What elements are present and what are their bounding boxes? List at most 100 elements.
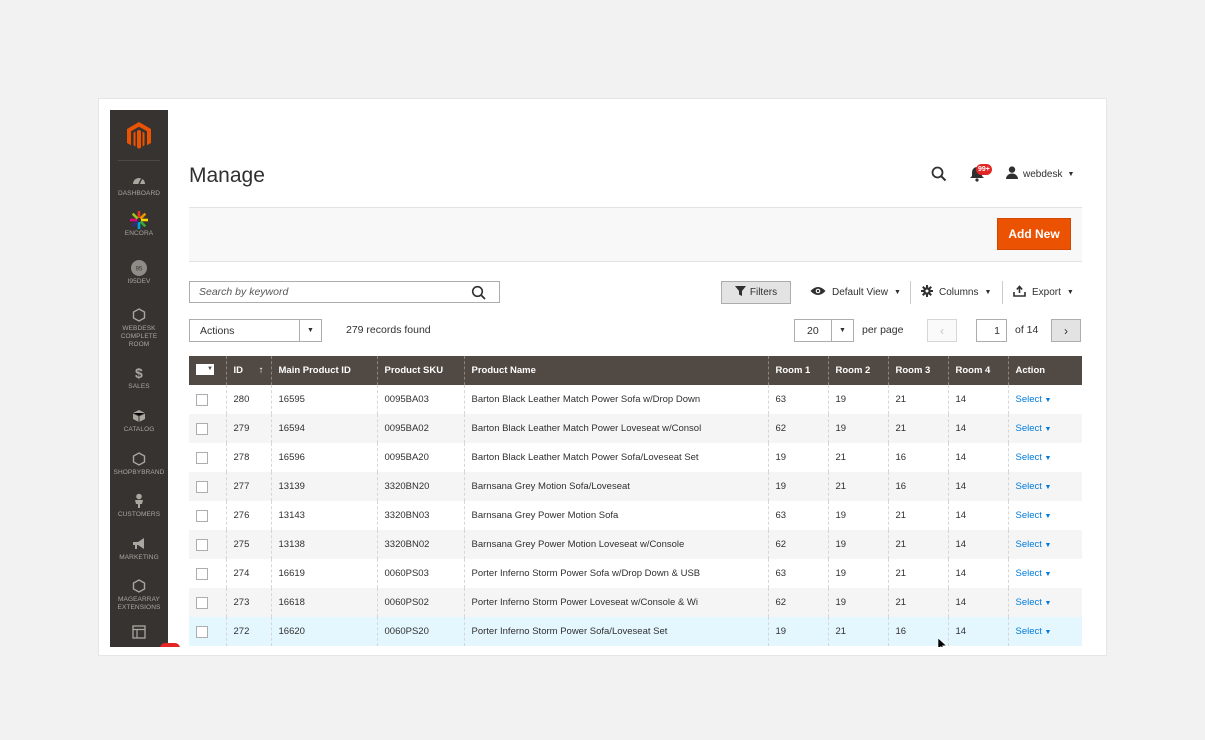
page-number-input[interactable]: 1: [976, 319, 1007, 342]
sidebar-item-i95dev[interactable]: 95 I95DEV: [110, 260, 168, 286]
table-row[interactable]: 279 16594 0095BA02 Barton Black Leather …: [189, 414, 1082, 443]
row-action-select[interactable]: Select ▼: [1007, 501, 1082, 530]
row-checkbox[interactable]: [196, 625, 208, 638]
user-account-menu[interactable]: webdesk ▼: [1006, 166, 1074, 182]
columns-dropdown[interactable]: Columns ▼: [921, 281, 991, 304]
select-link[interactable]: Select: [1016, 423, 1042, 434]
select-link[interactable]: Select: [1016, 510, 1042, 521]
table-row[interactable]: 277 13139 3320BN20 Barnsana Grey Motion …: [189, 472, 1082, 501]
row-action-select[interactable]: Select ▼: [1007, 588, 1082, 617]
column-header-room-4[interactable]: Room 4: [947, 356, 1008, 385]
search-icon[interactable]: [471, 285, 487, 301]
cell-product-name: Barnsana Grey Power Motion Loveseat w/Co…: [463, 530, 768, 559]
column-header-room-1[interactable]: Room 1: [767, 356, 828, 385]
chevron-down-icon: ▼: [831, 320, 853, 341]
dashboard-icon: [129, 172, 149, 188]
sidebar-item-catalog[interactable]: CATALOG: [110, 408, 168, 434]
select-link[interactable]: Select: [1016, 626, 1042, 637]
filters-button[interactable]: Filters: [721, 281, 791, 304]
search-input[interactable]: [197, 285, 471, 299]
row-action-select[interactable]: Select ▼: [1007, 443, 1082, 472]
global-search-icon[interactable]: [930, 165, 948, 183]
row-checkbox[interactable]: [196, 480, 208, 493]
magento-logo-icon[interactable]: [124, 120, 154, 150]
column-header-product-sku[interactable]: Product SKU: [376, 356, 464, 385]
cell-room-1: 63: [767, 501, 828, 530]
row-checkbox[interactable]: [196, 509, 208, 522]
sidebar-item-customers[interactable]: CUSTOMERS: [110, 493, 168, 519]
sidebar-item-shopbybrand[interactable]: SHOPBYBRAND: [110, 451, 168, 477]
cell-main-product-id: 16596: [270, 443, 377, 472]
add-new-button[interactable]: Add New: [997, 218, 1071, 250]
row-action-select[interactable]: Select ▼: [1007, 385, 1082, 414]
cell-room-2: 21: [827, 472, 888, 501]
column-header-product-name[interactable]: Product Name: [463, 356, 768, 385]
row-action-select[interactable]: Select ▼: [1007, 559, 1082, 588]
cell-id: 277: [225, 472, 271, 501]
table-row[interactable]: 272 16620 0060PS20 Porter Inferno Storm …: [189, 617, 1082, 646]
chevron-down-icon: ▼: [1044, 629, 1052, 636]
row-checkbox[interactable]: [196, 393, 208, 406]
cell-room-3: 21: [887, 501, 948, 530]
select-link[interactable]: Select: [1016, 597, 1042, 608]
sidebar-item-content[interactable]: [110, 624, 168, 642]
cell-room-4: 14: [947, 472, 1008, 501]
sidebar-item-marketing[interactable]: MARKETING: [110, 536, 168, 562]
row-checkbox[interactable]: [196, 538, 208, 551]
cell-room-1: 19: [767, 472, 828, 501]
select-link[interactable]: Select: [1016, 568, 1042, 579]
encora-icon: [129, 211, 149, 229]
cell-id: 272: [225, 617, 271, 646]
table-row[interactable]: 275 13138 3320BN02 Barnsana Grey Power M…: [189, 530, 1082, 559]
select-link[interactable]: Select: [1016, 452, 1042, 463]
mass-select-checkbox[interactable]: ▼: [196, 363, 214, 375]
select-link[interactable]: Select: [1016, 394, 1042, 405]
chevron-down-icon: ▼: [1044, 571, 1052, 578]
mass-select-header[interactable]: ▼: [189, 356, 226, 385]
table-row[interactable]: 278 16596 0095BA20 Barton Black Leather …: [189, 443, 1082, 472]
export-dropdown[interactable]: Export ▼: [1013, 281, 1074, 304]
cell-room-1: 62: [767, 530, 828, 559]
default-view-dropdown[interactable]: Default View ▼: [810, 281, 901, 304]
cell-product-sku: 3320BN02: [376, 530, 464, 559]
column-header-room-3[interactable]: Room 3: [887, 356, 948, 385]
table-row[interactable]: 280 16595 0095BA03 Barton Black Leather …: [189, 385, 1082, 414]
cell-room-3: 16: [887, 472, 948, 501]
cell-room-3: 21: [887, 559, 948, 588]
sidebar-item-dashboard[interactable]: DASHBOARD: [110, 172, 168, 198]
select-link[interactable]: Select: [1016, 539, 1042, 550]
next-page-button[interactable]: ›: [1051, 319, 1081, 342]
column-header-id[interactable]: ID ↑: [225, 356, 271, 385]
column-header-main-product-id[interactable]: Main Product ID: [270, 356, 377, 385]
table-row[interactable]: 273 16618 0060PS02 Porter Inferno Storm …: [189, 588, 1082, 617]
sidebar-item-label: ENCORA: [124, 230, 154, 237]
previous-page-button[interactable]: ‹: [927, 319, 957, 342]
cell-room-3: 21: [887, 530, 948, 559]
select-link[interactable]: Select: [1016, 481, 1042, 492]
row-action-select[interactable]: Select ▼: [1007, 472, 1082, 501]
column-header-room-2[interactable]: Room 2: [827, 356, 888, 385]
user-icon: [1006, 166, 1018, 182]
sidebar-item-magearray-extensions[interactable]: MAGEARRAY EXTENSIONS: [110, 578, 168, 612]
sidebar-item-webdesk-complete-room[interactable]: WEBDESK COMPLETE ROOM: [110, 307, 168, 349]
mass-actions-select[interactable]: Actions ▼: [189, 319, 322, 342]
row-checkbox[interactable]: [196, 451, 208, 464]
sidebar-item-encora[interactable]: ENCORA: [110, 211, 168, 238]
cell-main-product-id: 13139: [270, 472, 377, 501]
row-action-select[interactable]: Select ▼: [1007, 530, 1082, 559]
cell-room-4: 14: [947, 385, 1008, 414]
row-checkbox[interactable]: [196, 567, 208, 580]
table-row[interactable]: 276 13143 3320BN03 Barnsana Grey Power M…: [189, 501, 1082, 530]
row-action-select[interactable]: Select ▼: [1007, 414, 1082, 443]
chevron-down-icon: ▼: [1044, 397, 1052, 404]
table-row[interactable]: 274 16619 0060PS03 Porter Inferno Storm …: [189, 559, 1082, 588]
per-page-select[interactable]: 20 ▼: [794, 319, 854, 342]
cell-room-4: 14: [947, 443, 1008, 472]
layout-icon: [129, 624, 149, 640]
sidebar-item-sales[interactable]: $ SALES: [110, 365, 168, 391]
row-checkbox[interactable]: [196, 422, 208, 435]
row-checkbox[interactable]: [196, 596, 208, 609]
row-action-select[interactable]: Select ▼: [1007, 617, 1082, 646]
hexagon-icon: [129, 451, 149, 467]
chevron-down-icon: ▼: [1067, 170, 1075, 178]
